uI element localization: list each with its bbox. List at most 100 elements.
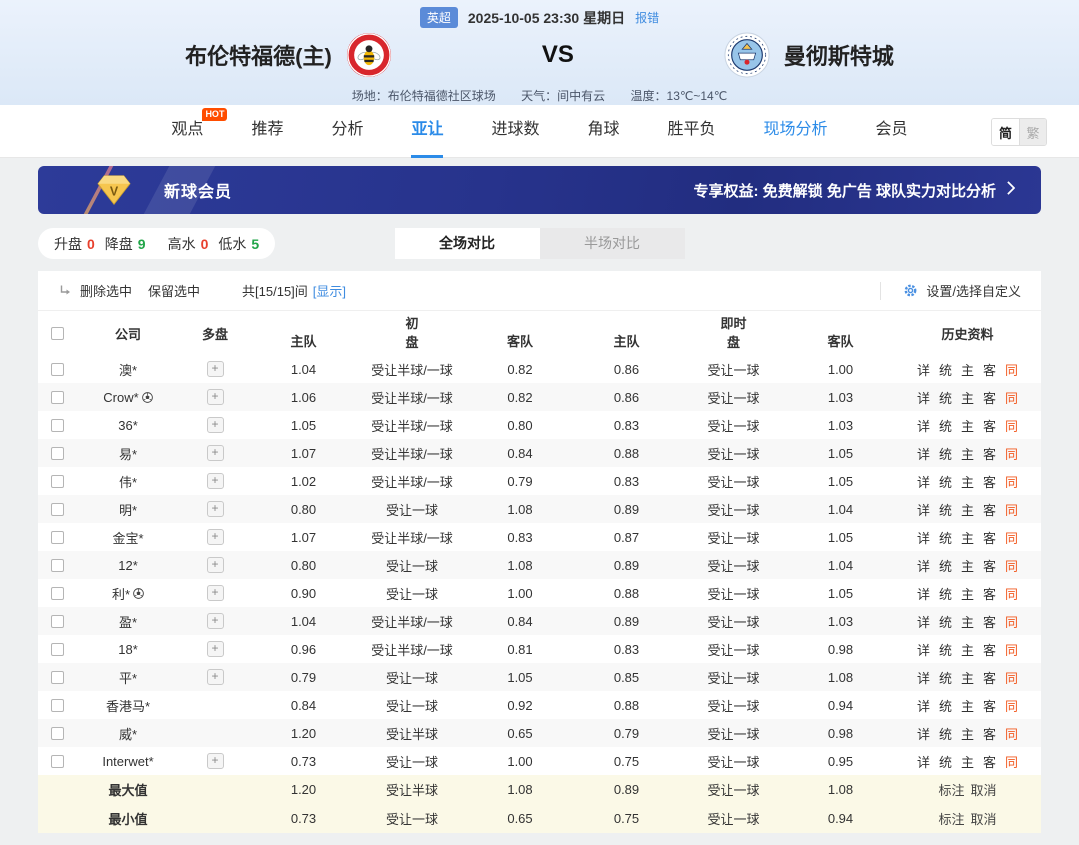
- history-link-详[interactable]: 详: [917, 696, 930, 715]
- summary-link-取消[interactable]: 取消: [971, 809, 997, 828]
- history-link-同[interactable]: 同: [1005, 472, 1018, 491]
- expand-plus-button[interactable]: +: [207, 641, 224, 657]
- history-link-统[interactable]: 统: [939, 528, 952, 547]
- history-link-详[interactable]: 详: [917, 612, 930, 631]
- row-checkbox[interactable]: [51, 531, 64, 544]
- nav-tab-2[interactable]: 推荐: [251, 105, 283, 158]
- history-link-同[interactable]: 同: [1005, 500, 1018, 519]
- nav-tab-1[interactable]: 观点HOT: [171, 105, 203, 158]
- history-link-同[interactable]: 同: [1005, 584, 1018, 603]
- history-link-同[interactable]: 同: [1005, 416, 1018, 435]
- history-link-客[interactable]: 客: [983, 612, 996, 631]
- expand-plus-button[interactable]: +: [207, 361, 224, 377]
- vip-member-banner[interactable]: V 新球会员 专享权益: 免费解锁 免广告 球队实力对比分析: [38, 166, 1041, 214]
- expand-plus-button[interactable]: +: [207, 473, 224, 489]
- tab-full-match[interactable]: 全场对比: [395, 228, 540, 259]
- keep-selected-button[interactable]: 保留选中: [148, 281, 200, 300]
- history-link-同[interactable]: 同: [1005, 360, 1018, 379]
- history-link-主[interactable]: 主: [961, 416, 974, 435]
- history-link-主[interactable]: 主: [961, 696, 974, 715]
- history-link-统[interactable]: 统: [939, 556, 952, 575]
- history-link-主[interactable]: 主: [961, 640, 974, 659]
- row-checkbox[interactable]: [51, 475, 64, 488]
- history-link-同[interactable]: 同: [1005, 612, 1018, 631]
- history-link-同[interactable]: 同: [1005, 556, 1018, 575]
- history-link-统[interactable]: 统: [939, 668, 952, 687]
- history-link-同[interactable]: 同: [1005, 724, 1018, 743]
- history-link-客[interactable]: 客: [983, 416, 996, 435]
- lang-simplified-button[interactable]: 简: [992, 119, 1019, 145]
- history-link-统[interactable]: 统: [939, 444, 952, 463]
- history-link-客[interactable]: 客: [983, 668, 996, 687]
- history-link-客[interactable]: 客: [983, 360, 996, 379]
- expand-plus-button[interactable]: +: [207, 557, 224, 573]
- history-link-客[interactable]: 客: [983, 472, 996, 491]
- row-checkbox[interactable]: [51, 559, 64, 572]
- history-link-统[interactable]: 统: [939, 472, 952, 491]
- history-link-客[interactable]: 客: [983, 584, 996, 603]
- history-link-统[interactable]: 统: [939, 584, 952, 603]
- league-badge[interactable]: 英超: [420, 7, 458, 28]
- history-link-统[interactable]: 统: [939, 500, 952, 519]
- row-checkbox[interactable]: [51, 671, 64, 684]
- history-link-统[interactable]: 统: [939, 612, 952, 631]
- history-link-详[interactable]: 详: [917, 500, 930, 519]
- history-link-统[interactable]: 统: [939, 752, 952, 771]
- settings-button[interactable]: 设置/选择自定义: [880, 281, 1021, 300]
- history-link-客[interactable]: 客: [983, 528, 996, 547]
- expand-plus-button[interactable]: +: [207, 417, 224, 433]
- row-checkbox[interactable]: [51, 447, 64, 460]
- report-error-link[interactable]: 报错: [635, 9, 659, 26]
- history-link-详[interactable]: 详: [917, 584, 930, 603]
- expand-plus-button[interactable]: +: [207, 389, 224, 405]
- history-link-统[interactable]: 统: [939, 360, 952, 379]
- history-link-详[interactable]: 详: [917, 360, 930, 379]
- expand-plus-button[interactable]: +: [207, 445, 224, 461]
- history-link-主[interactable]: 主: [961, 584, 974, 603]
- history-link-主[interactable]: 主: [961, 724, 974, 743]
- history-link-客[interactable]: 客: [983, 640, 996, 659]
- history-link-主[interactable]: 主: [961, 528, 974, 547]
- history-link-客[interactable]: 客: [983, 388, 996, 407]
- nav-tab-6[interactable]: 角球: [588, 105, 620, 158]
- row-checkbox[interactable]: [51, 503, 64, 516]
- summary-link-取消[interactable]: 取消: [971, 780, 997, 799]
- history-link-详[interactable]: 详: [917, 528, 930, 547]
- row-checkbox[interactable]: [51, 727, 64, 740]
- row-checkbox[interactable]: [51, 699, 64, 712]
- history-link-客[interactable]: 客: [983, 556, 996, 575]
- history-link-详[interactable]: 详: [917, 668, 930, 687]
- row-checkbox[interactable]: [51, 587, 64, 600]
- history-link-详[interactable]: 详: [917, 416, 930, 435]
- history-link-详[interactable]: 详: [917, 640, 930, 659]
- history-link-详[interactable]: 详: [917, 444, 930, 463]
- nav-tab-4[interactable]: 亚让: [411, 105, 443, 158]
- history-link-统[interactable]: 统: [939, 724, 952, 743]
- row-checkbox[interactable]: [51, 363, 64, 376]
- history-link-客[interactable]: 客: [983, 724, 996, 743]
- history-link-同[interactable]: 同: [1005, 752, 1018, 771]
- row-checkbox[interactable]: [51, 615, 64, 628]
- show-link[interactable]: [显示]: [313, 281, 346, 300]
- row-checkbox[interactable]: [51, 391, 64, 404]
- nav-tab-5[interactable]: 进球数: [491, 105, 539, 158]
- nav-tab-3[interactable]: 分析: [331, 105, 363, 158]
- history-link-客[interactable]: 客: [983, 500, 996, 519]
- history-link-主[interactable]: 主: [961, 612, 974, 631]
- history-link-详[interactable]: 详: [917, 752, 930, 771]
- history-link-同[interactable]: 同: [1005, 388, 1018, 407]
- expand-plus-button[interactable]: +: [207, 501, 224, 517]
- expand-plus-button[interactable]: +: [207, 585, 224, 601]
- history-link-同[interactable]: 同: [1005, 640, 1018, 659]
- nav-tab-8[interactable]: 现场分析: [764, 105, 828, 158]
- history-link-同[interactable]: 同: [1005, 696, 1018, 715]
- history-link-统[interactable]: 统: [939, 388, 952, 407]
- history-link-详[interactable]: 详: [917, 388, 930, 407]
- history-link-主[interactable]: 主: [961, 556, 974, 575]
- history-link-同[interactable]: 同: [1005, 668, 1018, 687]
- expand-plus-button[interactable]: +: [207, 529, 224, 545]
- nav-tab-7[interactable]: 胜平负: [668, 105, 716, 158]
- history-link-主[interactable]: 主: [961, 388, 974, 407]
- history-link-同[interactable]: 同: [1005, 444, 1018, 463]
- expand-plus-button[interactable]: +: [207, 753, 224, 769]
